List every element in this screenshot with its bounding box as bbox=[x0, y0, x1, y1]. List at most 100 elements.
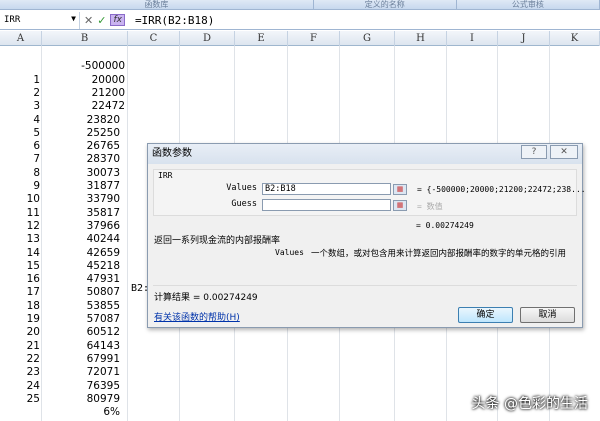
cell-a[interactable]: 24 bbox=[0, 380, 40, 393]
formula-result: = 0.00274249 bbox=[416, 221, 474, 230]
function-help-link[interactable]: 有关该函数的帮助(H) bbox=[154, 310, 240, 323]
cell-b[interactable]: 47931 bbox=[42, 273, 120, 286]
cell-b[interactable]: 21200 bbox=[42, 87, 125, 100]
cell-b[interactable]: 23820 bbox=[42, 114, 120, 127]
cell-a[interactable]: 22 bbox=[0, 353, 40, 366]
cell-b[interactable]: -500000 bbox=[42, 60, 125, 73]
formula-input[interactable]: =IRR(B2:B18) bbox=[135, 14, 214, 27]
column-header-k[interactable]: K bbox=[550, 31, 600, 46]
cell-b[interactable]: 45218 bbox=[42, 260, 120, 273]
cell-b[interactable]: 60512 bbox=[42, 326, 120, 339]
collapse-dialog-icon[interactable]: ▦ bbox=[393, 200, 407, 211]
column-header-e[interactable]: E bbox=[235, 31, 288, 46]
cell-a[interactable]: 4 bbox=[0, 114, 40, 127]
cell-b[interactable]: 22472 bbox=[42, 100, 125, 113]
help-button[interactable]: ? bbox=[521, 145, 547, 159]
table-row: 1 20000 bbox=[0, 74, 600, 87]
cell-b[interactable]: 72071 bbox=[42, 366, 120, 379]
cell-a[interactable]: 11 bbox=[0, 207, 40, 220]
table-row: 5 25250 bbox=[0, 127, 600, 140]
cell-a[interactable]: 3 bbox=[0, 100, 40, 113]
chevron-down-icon[interactable]: ▼ bbox=[71, 14, 76, 23]
column-header-h[interactable]: H bbox=[395, 31, 447, 46]
guess-label: Guess bbox=[231, 199, 257, 209]
cell-b[interactable]: 31877 bbox=[42, 180, 120, 193]
cell-a[interactable]: 25 bbox=[0, 393, 40, 406]
table-row: 4 23820 bbox=[0, 114, 600, 127]
table-row: 3 22472 bbox=[0, 100, 600, 113]
cell-b[interactable]: 35817 bbox=[42, 207, 120, 220]
cell-b[interactable]: 64143 bbox=[42, 340, 120, 353]
table-row: 24 76395 bbox=[0, 380, 600, 393]
cell-b[interactable]: 67991 bbox=[42, 353, 120, 366]
cell-b[interactable]: 37966 bbox=[42, 220, 120, 233]
name-box[interactable]: IRR ▼ bbox=[0, 11, 80, 29]
cell-b[interactable]: 40244 bbox=[42, 233, 120, 246]
cell-b[interactable]: 76395 bbox=[42, 380, 120, 393]
cell-b[interactable]: 30073 bbox=[42, 167, 120, 180]
enter-icon[interactable]: ✓ bbox=[97, 14, 106, 27]
calculation-result: 计算结果 = 0.00274249 bbox=[154, 293, 258, 303]
cell-a[interactable]: 16 bbox=[0, 273, 40, 286]
cell-a[interactable]: 6 bbox=[0, 140, 40, 153]
cell-a[interactable]: 12 bbox=[0, 220, 40, 233]
ok-button[interactable]: 确定 bbox=[458, 307, 513, 323]
cell-a[interactable]: 2 bbox=[0, 87, 40, 100]
cell-a[interactable]: 15 bbox=[0, 260, 40, 273]
ribbon-group-defined-names[interactable]: 定义的名称 bbox=[314, 0, 457, 9]
cell-b[interactable]: 28370 bbox=[42, 153, 120, 166]
cell-a[interactable]: 5 bbox=[0, 127, 40, 140]
cell-a[interactable]: 13 bbox=[0, 233, 40, 246]
cancel-icon[interactable]: ✕ bbox=[84, 14, 93, 27]
cell-b[interactable]: 20000 bbox=[42, 74, 125, 87]
cell-a[interactable]: 19 bbox=[0, 313, 40, 326]
cell-b[interactable]: 53855 bbox=[42, 300, 120, 313]
column-header-c[interactable]: C bbox=[128, 31, 180, 46]
cell-b[interactable]: 80979 bbox=[42, 393, 120, 406]
dialog-title: 函数参数 bbox=[148, 144, 582, 164]
arguments-group: IRR Values B2:B18 ▦ = {-500000;20000;212… bbox=[153, 169, 586, 216]
cell-b[interactable]: 42659 bbox=[42, 247, 120, 260]
insert-function-icon[interactable]: fx bbox=[110, 14, 125, 26]
column-header-i[interactable]: I bbox=[447, 31, 498, 46]
ribbon-group-formula-auditing[interactable]: 公式审核 bbox=[457, 0, 600, 9]
cell-a[interactable]: 14 bbox=[0, 247, 40, 260]
column-header-a[interactable]: A bbox=[0, 31, 42, 46]
cell-a[interactable]: 20 bbox=[0, 326, 40, 339]
cell-a[interactable]: 7 bbox=[0, 153, 40, 166]
cancel-button[interactable]: 取消 bbox=[520, 307, 575, 323]
cell-a[interactable]: 18 bbox=[0, 300, 40, 313]
table-row: 20 60512 bbox=[0, 326, 600, 339]
collapse-dialog-icon[interactable]: ▦ bbox=[393, 184, 407, 195]
column-header-b[interactable]: B bbox=[42, 31, 128, 46]
function-description: 返回一系列现金流的内部报酬率 bbox=[154, 236, 281, 246]
cell-b[interactable]: 57087 bbox=[42, 313, 120, 326]
cell-a[interactable]: 9 bbox=[0, 180, 40, 193]
column-header-f[interactable]: F bbox=[288, 31, 340, 46]
cell-b[interactable]: 26765 bbox=[42, 140, 120, 153]
column-header-d[interactable]: D bbox=[180, 31, 235, 46]
function-arguments-dialog: 函数参数 ? ✕ IRR Values B2:B18 ▦ = {-500000;… bbox=[147, 143, 586, 328]
cell-a[interactable]: 23 bbox=[0, 366, 40, 379]
cell-a[interactable]: 17 bbox=[0, 286, 40, 299]
close-button[interactable]: ✕ bbox=[550, 145, 578, 159]
table-row bbox=[0, 47, 600, 60]
table-row: 2 21200 bbox=[0, 87, 600, 100]
cell-a[interactable]: 8 bbox=[0, 167, 40, 180]
cell-b[interactable]: 6% bbox=[42, 406, 120, 419]
cell-a[interactable]: 1 bbox=[0, 74, 40, 87]
column-header-g[interactable]: G bbox=[340, 31, 395, 46]
cell-b[interactable]: 33790 bbox=[42, 193, 120, 206]
cell-b[interactable]: 50807 bbox=[42, 286, 120, 299]
values-input[interactable]: B2:B18 bbox=[262, 183, 391, 195]
cell-b[interactable]: 25250 bbox=[42, 127, 120, 140]
cell-a[interactable]: 10 bbox=[0, 193, 40, 206]
argument-name: Values bbox=[275, 248, 304, 257]
guess-input[interactable] bbox=[262, 199, 391, 211]
cell-a[interactable]: 21 bbox=[0, 340, 40, 353]
table-row: 21 64143 bbox=[0, 340, 600, 353]
column-header-j[interactable]: J bbox=[498, 31, 550, 46]
table-row: 22 67991 bbox=[0, 353, 600, 366]
ribbon-group-function-library[interactable]: 函数库 bbox=[0, 0, 314, 9]
divider bbox=[153, 285, 577, 286]
